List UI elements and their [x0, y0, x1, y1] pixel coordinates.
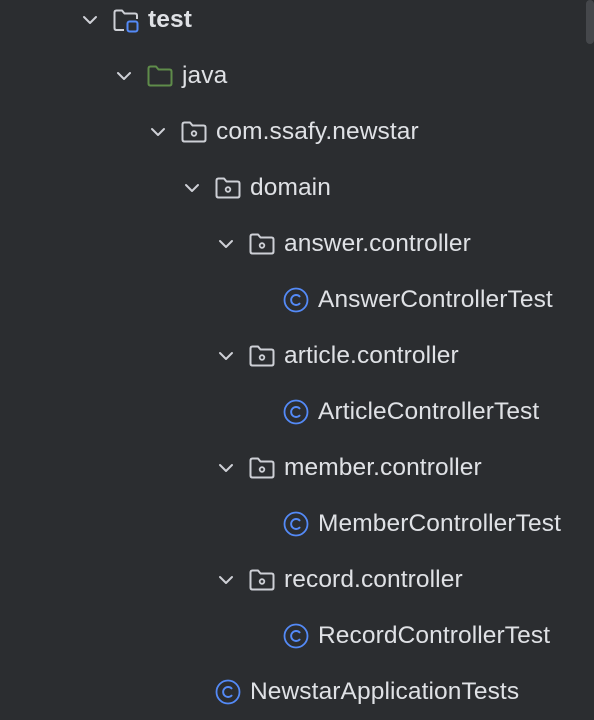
package-icon: [249, 345, 275, 367]
tree-item-label: member.controller: [284, 454, 482, 481]
class-icon: [215, 679, 241, 705]
tree-item-package[interactable]: domain: [0, 166, 594, 222]
class-icon: [283, 287, 309, 313]
package-icon: [249, 457, 275, 479]
chevron-down-icon[interactable]: [216, 570, 236, 590]
tree-item-label: test: [148, 6, 192, 33]
class-icon: [283, 623, 309, 649]
tree-item-label: com.ssafy.newstar: [216, 118, 419, 145]
tree-item-package[interactable]: com.ssafy.newstar: [0, 110, 594, 166]
package-icon: [249, 233, 275, 255]
source-folder-icon: [147, 65, 173, 87]
chevron-down-icon[interactable]: [216, 346, 236, 366]
tree-item-class[interactable]: MemberControllerTest: [0, 502, 594, 558]
tree-item-package[interactable]: answer.controller: [0, 222, 594, 278]
tree-item-label: java: [182, 62, 228, 89]
tree-item-label: RecordControllerTest: [318, 622, 551, 649]
tree-item-label: domain: [250, 174, 331, 201]
tree-item-package[interactable]: article.controller: [0, 334, 594, 390]
project-tree: test java com.ssafy.newstar domain answe…: [0, 0, 594, 720]
package-icon: [249, 569, 275, 591]
tree-item-package[interactable]: record.controller: [0, 558, 594, 614]
tree-item-class[interactable]: AnswerControllerTest: [0, 278, 594, 334]
chevron-down-icon[interactable]: [114, 66, 134, 86]
tree-item-label: AnswerControllerTest: [318, 286, 553, 313]
tree-item-class[interactable]: NewstarApplicationTests: [0, 670, 594, 720]
chevron-down-icon[interactable]: [148, 122, 168, 142]
chevron-down-icon[interactable]: [182, 178, 202, 198]
tree-item-label: article.controller: [284, 342, 459, 369]
tree-item-label: record.controller: [284, 566, 463, 593]
tree-item-java[interactable]: java: [0, 54, 594, 110]
chevron-down-icon[interactable]: [80, 10, 100, 30]
package-icon: [215, 177, 241, 199]
chevron-down-icon[interactable]: [216, 234, 236, 254]
tree-item-test[interactable]: test: [0, 0, 594, 54]
chevron-down-icon[interactable]: [216, 458, 236, 478]
class-icon: [283, 399, 309, 425]
class-icon: [283, 511, 309, 537]
tree-item-class[interactable]: ArticleControllerTest: [0, 390, 594, 446]
package-icon: [181, 121, 207, 143]
vertical-scrollbar[interactable]: [586, 0, 594, 44]
tree-item-class[interactable]: RecordControllerTest: [0, 614, 594, 670]
tree-item-package[interactable]: member.controller: [0, 446, 594, 502]
tree-item-label: MemberControllerTest: [318, 510, 561, 537]
tree-item-label: ArticleControllerTest: [318, 398, 540, 425]
tree-item-label: NewstarApplicationTests: [250, 678, 520, 705]
tree-item-label: answer.controller: [284, 230, 471, 257]
test-folder-icon: [113, 9, 139, 33]
